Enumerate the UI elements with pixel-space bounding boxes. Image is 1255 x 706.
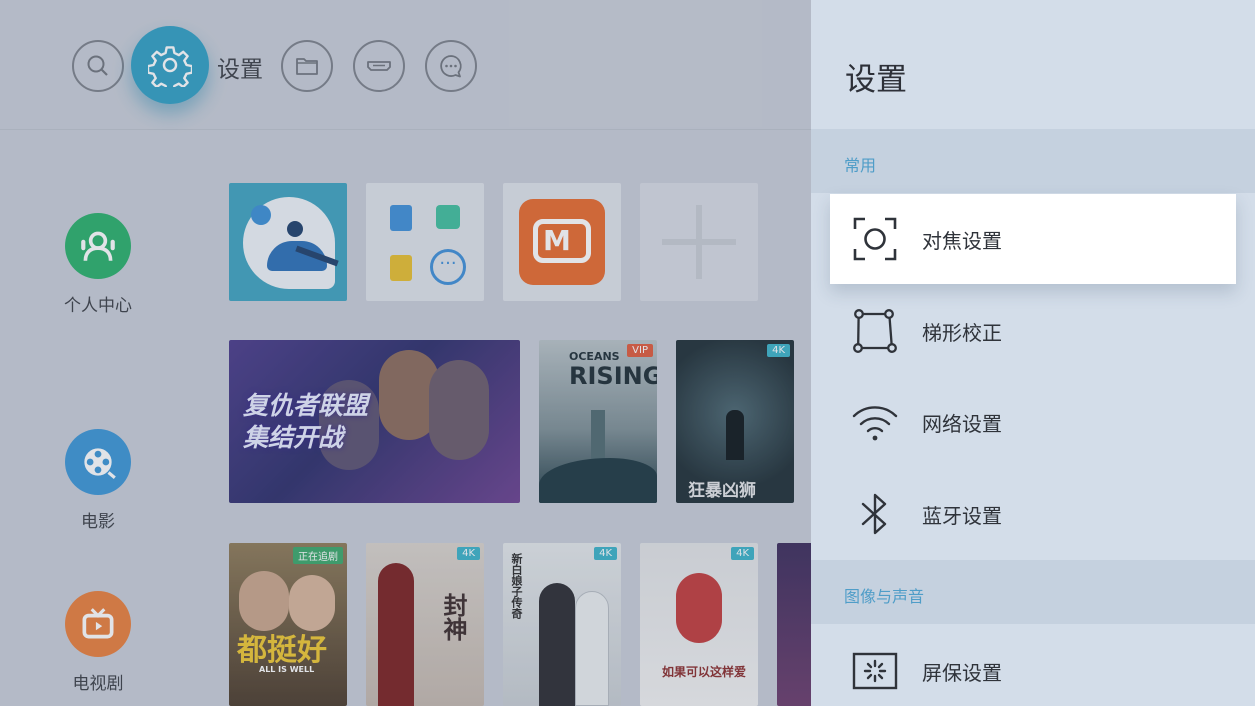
section-header-picture-sound: 图像与声音: [811, 560, 1255, 624]
menu-item-label: 对焦设置: [922, 228, 1002, 253]
launcher-background: 设置 个人中心 电影 电视剧 ··· M 复仇者联盟 集结开战 VIP OCEA…: [0, 0, 811, 706]
menu-item-label: 屏保设置: [922, 660, 1002, 685]
bluetooth-icon: [850, 489, 900, 539]
panel-title: 设置: [845, 62, 907, 98]
menu-item-label: 网络设置: [922, 411, 1002, 436]
menu-item-label: 蓝牙设置: [922, 503, 1002, 528]
dim-overlay: [0, 0, 811, 706]
wifi-icon: [850, 397, 900, 447]
menu-item-screensaver[interactable]: 屏保设置: [830, 626, 1236, 706]
menu-item-bluetooth[interactable]: 蓝牙设置: [830, 469, 1236, 559]
menu-item-focus-settings[interactable]: 对焦设置: [830, 194, 1236, 284]
screensaver-icon: [850, 646, 900, 696]
menu-item-label: 梯形校正: [922, 320, 1002, 345]
focus-icon: [850, 214, 900, 264]
keystone-icon: [850, 306, 900, 356]
menu-item-keystone[interactable]: 梯形校正: [830, 286, 1236, 376]
section-header-label: 图像与声音: [844, 587, 925, 606]
section-header-label: 常用: [844, 156, 877, 175]
menu-item-network[interactable]: 网络设置: [830, 377, 1236, 467]
settings-panel: 设置 常用 对焦设置 梯形校正 网络设置 蓝牙设置 图像与声音 屏保设置: [811, 0, 1255, 706]
section-header-common: 常用: [811, 129, 1255, 193]
